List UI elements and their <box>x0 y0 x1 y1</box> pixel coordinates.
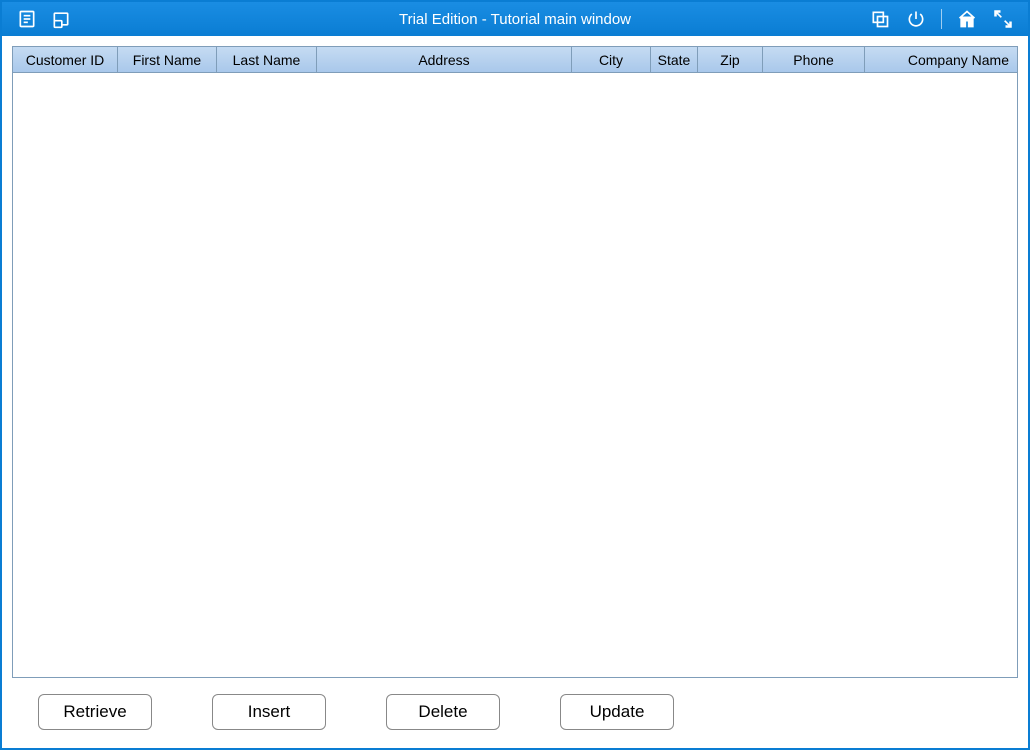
update-button[interactable]: Update <box>560 694 674 730</box>
retrieve-button[interactable]: Retrieve <box>38 694 152 730</box>
button-row: Retrieve Insert Delete Update <box>12 690 1018 734</box>
fullscreen-icon[interactable] <box>992 8 1014 30</box>
grid-header-row: Customer IDFirst NameLast NameAddressCit… <box>13 47 1017 73</box>
grid-header-city[interactable]: City <box>572 47 651 73</box>
file-list-icon[interactable] <box>16 8 38 30</box>
title-bar-left <box>2 8 72 30</box>
power-icon[interactable] <box>905 8 927 30</box>
title-bar: Trial Edition - Tutorial main window <box>2 2 1028 36</box>
window-toggle-icon[interactable] <box>50 8 72 30</box>
grid-header-phone[interactable]: Phone <box>763 47 865 73</box>
grid-header-last-name[interactable]: Last Name <box>217 47 317 73</box>
data-grid[interactable]: Customer IDFirst NameLast NameAddressCit… <box>12 46 1018 678</box>
title-bar-right <box>869 8 1028 30</box>
insert-button[interactable]: Insert <box>212 694 326 730</box>
delete-button[interactable]: Delete <box>386 694 500 730</box>
title-bar-divider <box>941 9 942 29</box>
grid-header-address[interactable]: Address <box>317 47 572 73</box>
grid-header-company-name[interactable]: Company Name <box>865 47 1017 73</box>
cascade-windows-icon[interactable] <box>869 8 891 30</box>
grid-header-first-name[interactable]: First Name <box>118 47 217 73</box>
content-area: Customer IDFirst NameLast NameAddressCit… <box>2 36 1028 748</box>
grid-body[interactable] <box>13 73 1017 677</box>
grid-header-state[interactable]: State <box>651 47 698 73</box>
grid-header-customer-id[interactable]: Customer ID <box>13 47 118 73</box>
home-icon[interactable] <box>956 8 978 30</box>
main-window: Trial Edition - Tutorial main window <box>0 0 1030 750</box>
grid-header-zip[interactable]: Zip <box>698 47 763 73</box>
